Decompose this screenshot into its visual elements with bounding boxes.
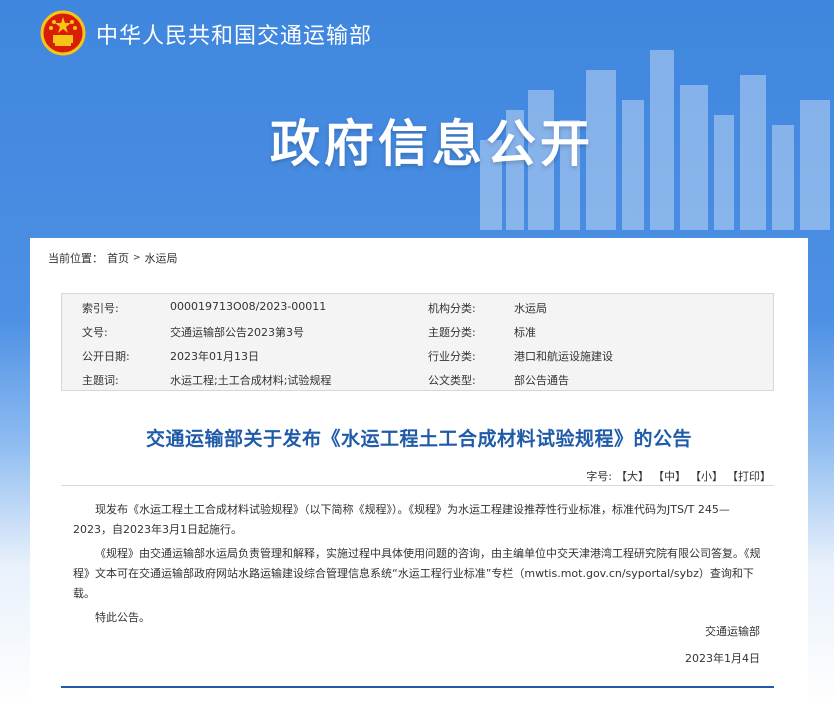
info-value: 标准: [514, 326, 536, 339]
signature: 交通运输部: [705, 625, 760, 638]
info-row: 索引号: 000019713O08/2023-00011 机构分类: 水运局: [62, 295, 773, 319]
info-value: 港口和航运设施建设: [514, 350, 613, 363]
breadcrumb-current-link[interactable]: 水运局: [145, 250, 178, 266]
info-value: 2023年01月13日: [170, 350, 259, 363]
info-row: 公开日期: 2023年01月13日 行业分类: 港口和航运设施建设: [62, 343, 773, 367]
info-key: 文号:: [82, 326, 108, 339]
font-size-label: 字号:: [586, 470, 612, 483]
info-value: 水运局: [514, 302, 547, 315]
bottom-divider: [61, 686, 774, 688]
info-key: 行业分类:: [428, 350, 476, 363]
info-row: 文号: 交通运输部公告2023第3号 主题分类: 标准: [62, 319, 773, 343]
font-size-toolbar: 字号: 【大】 【中】 【小】 【打印】: [586, 468, 771, 484]
info-key: 机构分类:: [428, 302, 476, 315]
breadcrumb-separator: >: [133, 253, 141, 263]
banner-title: 政府信息公开: [270, 115, 594, 173]
article-paragraph: 现发布《水运工程土工合成材料试验规程》（以下简称《规程》）。《规程》为水运工程建…: [73, 503, 730, 536]
header-banner: 中华人民共和国交通运输部 政府信息公开: [0, 0, 834, 240]
breadcrumb-label: 当前位置：: [48, 252, 103, 265]
info-value: 交通运输部公告2023第3号: [170, 326, 304, 339]
article-body: 现发布《水运工程土工合成材料试验规程》（以下简称《规程》）。《规程》为水运工程建…: [73, 500, 763, 632]
article-title: 交通运输部关于发布《水运工程土工合成材料试验规程》的公告: [145, 428, 692, 450]
info-key: 索引号:: [82, 302, 119, 315]
national-emblem-icon: [40, 10, 86, 56]
info-key: 公文类型:: [428, 374, 476, 387]
print-button[interactable]: 【打印】: [727, 468, 771, 484]
info-key: 主题分类:: [428, 326, 476, 339]
content-container: 当前位置： 首页 > 水运局 索引号: 000019713O08/2023-00…: [30, 238, 808, 708]
font-small-button[interactable]: 【小】: [690, 468, 723, 484]
font-large-button[interactable]: 【大】: [616, 468, 649, 484]
sign-date: 2023年1月4日: [685, 652, 760, 665]
info-key: 公开日期:: [82, 350, 130, 363]
document-info-table: 索引号: 000019713O08/2023-00011 机构分类: 水运局 文…: [61, 293, 774, 391]
info-value: 部公告通告: [514, 374, 569, 387]
breadcrumb: 当前位置： 首页 > 水运局: [48, 250, 178, 266]
info-value: 水运工程;土工合成材料;试验规程: [170, 374, 332, 387]
breadcrumb-home-link[interactable]: 首页: [107, 250, 129, 266]
font-medium-button[interactable]: 【中】: [653, 468, 686, 484]
article-paragraph: 特此公告。: [95, 611, 150, 624]
ministry-name[interactable]: 中华人民共和国交通运输部: [96, 18, 372, 50]
info-value: 000019713O08/2023-00011: [170, 300, 327, 313]
info-key: 主题词:: [82, 374, 119, 387]
divider: [61, 485, 774, 486]
info-row: 主题词: 水运工程;土工合成材料;试验规程 公文类型: 部公告通告: [62, 367, 773, 391]
article-paragraph: 《规程》由交通运输部水运局负责管理和解释，实施过程中具体使用问题的咨询，由主编单…: [73, 547, 761, 600]
